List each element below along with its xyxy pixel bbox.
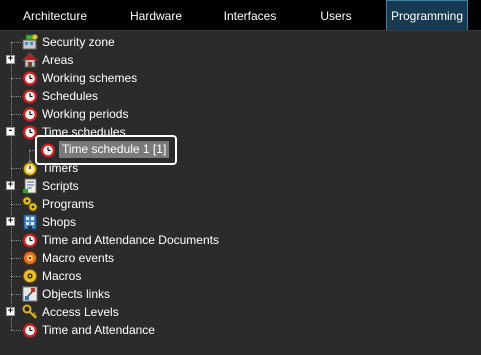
tree-item-label: Security zone [42,35,115,49]
clock-icon [23,233,37,248]
tree-item-label: Scripts [42,179,79,193]
clock-icon [23,107,37,122]
programming-window: Architecture Hardware Interfaces Users P… [0,0,481,355]
tree-item-label: Areas [42,53,74,67]
tab-programming[interactable]: Programming [386,0,468,31]
tree-item-label: Access Levels [42,305,119,319]
tree-item-objects-links[interactable]: Objects links [0,285,481,303]
tree-item-programs[interactable]: Programs [0,195,481,213]
collapse-icon[interactable]: - [6,127,15,136]
expand-icon[interactable]: + [6,181,15,190]
tree-item-time-and-attendance-documents[interactable]: Time and Attendance Documents [0,231,481,249]
expand-icon[interactable]: + [6,55,15,64]
tab-interfaces[interactable]: Interfaces [202,0,298,31]
clock-icon [23,323,37,338]
script-icon [23,178,37,194]
tree-item-areas[interactable]: + Areas [0,51,481,69]
clock-icon [23,71,37,86]
tree-item-label: Programs [42,197,95,211]
house-icon [22,52,38,68]
tree-item-working-schemes[interactable]: Working schemes [0,69,481,87]
tree-item-time-and-attendance[interactable]: Time and Attendance [0,321,481,339]
tree-item-label: Working schemes [42,71,138,85]
link-icon [22,286,38,302]
tab-architecture[interactable]: Architecture [0,0,110,31]
security-zone-icon [22,34,38,50]
tab-users[interactable]: Users [298,0,374,31]
tree-item-label: Working periods [42,107,129,121]
tree-item-label: Time and Attendance Documents [42,233,219,247]
tree-item-macro-events[interactable]: Macro events [0,249,481,267]
shop-icon [23,214,37,230]
tree-item-label: Macros [42,269,82,283]
tree-item-working-periods[interactable]: Working periods [0,105,481,123]
tree-item-label: Objects links [42,287,111,301]
tree-item-label: Time and Attendance [42,323,155,337]
tab-bar: Architecture Hardware Interfaces Users P… [0,0,481,31]
gears-icon [22,196,38,212]
tree-item-timers[interactable]: Timers [0,159,481,177]
tree-item-security-zone[interactable]: Security zone [0,33,481,51]
tree-item-label: Timers [42,161,79,175]
tree-item-schedules[interactable]: Schedules [0,87,481,105]
object-tree: Security zone + Areas Working schemes Sc… [0,33,481,353]
tree-item-macros[interactable]: Macros [0,267,481,285]
selected-item-label[interactable]: Time schedule 1 [1] [59,141,170,158]
tree-item-shops[interactable]: + Shops [0,213,481,231]
tree-item-label: Macro events [42,251,115,265]
key-icon [22,304,38,319]
stopwatch-icon [23,160,37,176]
tree-item-label: Shops [42,215,77,229]
tab-hardware[interactable]: Hardware [110,0,202,31]
tree-item-scripts[interactable]: + Scripts [0,177,481,195]
expand-icon[interactable]: + [6,217,15,226]
tree-item-access-levels[interactable]: + Access Levels [0,303,481,321]
tree-item-label: Schedules [42,89,99,103]
expand-icon[interactable]: + [6,307,15,316]
tab-bar-divider [0,30,481,31]
clock-icon [41,143,55,158]
macro-icon [23,269,37,283]
clock-icon [23,89,37,104]
macro-event-icon [23,251,37,265]
